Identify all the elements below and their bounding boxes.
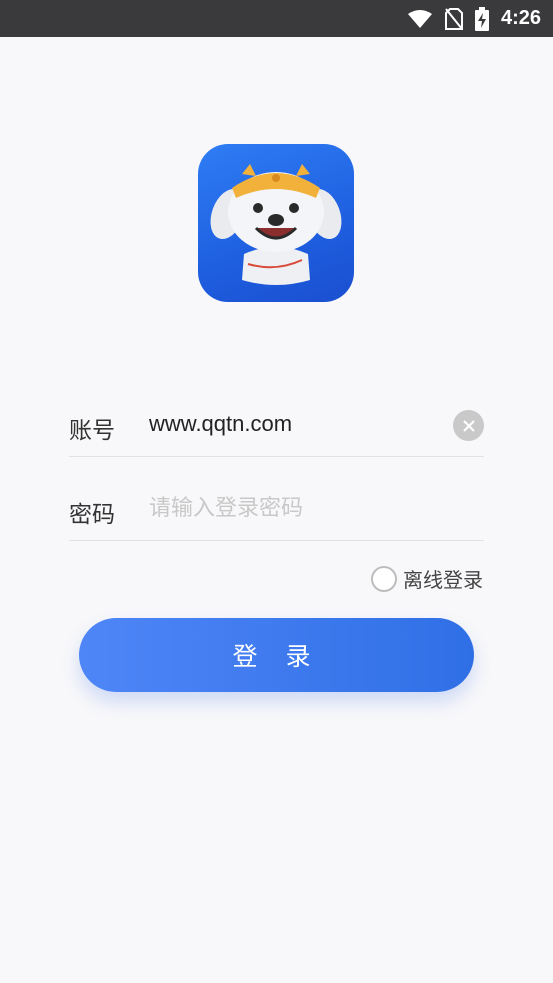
clear-icon[interactable]: [453, 410, 484, 441]
no-sim-icon: [444, 7, 463, 30]
offline-login-label: 离线登录: [403, 568, 483, 592]
wifi-icon: [407, 9, 433, 29]
password-input[interactable]: [149, 492, 439, 524]
jd-dog-mascot-logo-icon: [210, 164, 342, 285]
account-label: 账号: [69, 418, 115, 444]
password-row: 密码: [69, 457, 484, 541]
account-input[interactable]: [149, 408, 439, 440]
offline-login-toggle[interactable]: 离线登录: [371, 564, 483, 593]
offline-login-radio[interactable]: [371, 565, 397, 592]
status-bar: 4:26: [0, 0, 553, 37]
app-logo: [198, 144, 354, 302]
login-button[interactable]: 登 录: [79, 618, 474, 692]
password-label: 密码: [69, 502, 115, 528]
account-row: 账号: [69, 373, 484, 457]
battery-charging-icon: [474, 6, 489, 31]
status-time: 4:26: [500, 7, 541, 29]
